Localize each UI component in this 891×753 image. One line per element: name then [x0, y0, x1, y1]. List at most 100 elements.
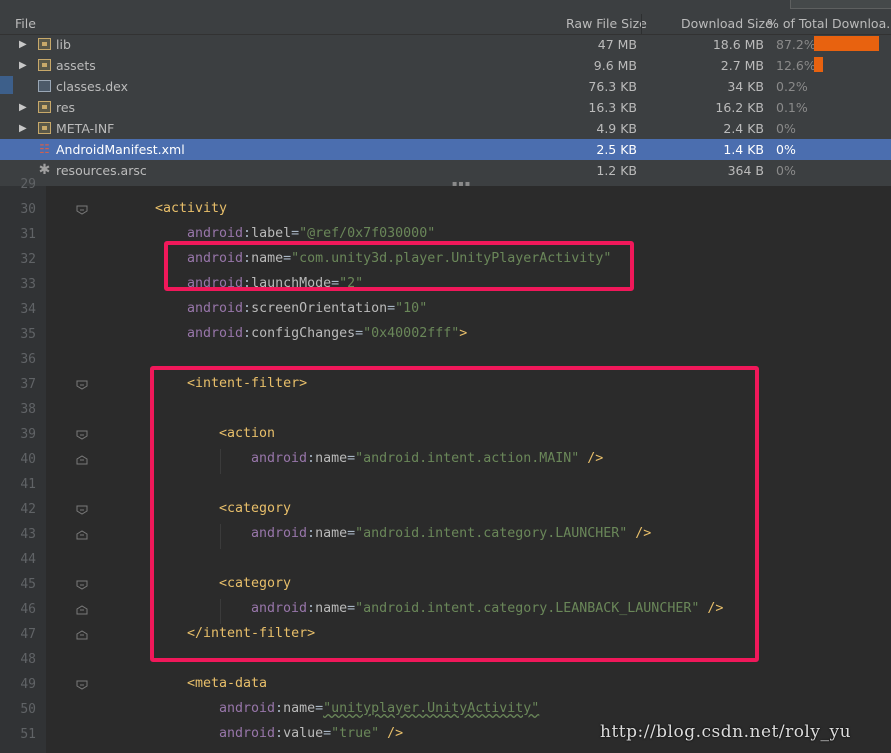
code-editor[interactable]: 29 30 31 32 33 34 35 36 37 38 39 40 41 42 43 44 45 46 47 48… — [0, 177, 891, 753]
code-token: label — [251, 226, 292, 241]
code-line[interactable]: <activity — [155, 201, 227, 216]
line-number: 40 — [20, 452, 36, 467]
table-row[interactable]: classes.dex 76.3 KB 34 KB 0.2% — [0, 76, 891, 97]
line-number: 42 — [20, 502, 36, 517]
code-token: configChanges — [251, 326, 356, 341]
file-name: META-INF — [56, 121, 115, 136]
code-token: = — [387, 301, 396, 316]
header-percent-total[interactable]: % of Total Downloa... — [767, 14, 891, 34]
table-row[interactable]: ▶ META-INF 4.9 KB 2.4 KB 0% — [0, 118, 891, 139]
highlight-box-intent-filter — [150, 366, 759, 662]
file-name: lib — [56, 37, 71, 52]
table-header: File Raw File Size Download Size % of To… — [0, 14, 891, 35]
line-number: 41 — [20, 477, 36, 492]
code-token: /> — [379, 726, 404, 741]
code-token: <meta-data — [187, 676, 268, 691]
percent-of-total: 0% — [776, 142, 796, 157]
header-file[interactable]: File — [15, 14, 36, 34]
fold-open-icon[interactable] — [76, 380, 88, 390]
code-token: "@ref/0x7f030000" — [299, 226, 436, 241]
panel-splitter[interactable]: ▪▪▪ — [0, 177, 891, 188]
fold-close-icon[interactable] — [76, 530, 88, 540]
code-line[interactable]: android:configChanges="0x40002fff"> — [187, 326, 467, 341]
code-token: screenOrientation — [251, 301, 388, 316]
expand-arrow-icon[interactable]: ▶ — [19, 97, 27, 118]
file-name: assets — [56, 58, 96, 73]
code-token: "0x40002fff" — [363, 326, 460, 341]
line-number: 44 — [20, 552, 36, 567]
percent-of-total: 87.2% — [776, 37, 816, 52]
line-number: 32 — [20, 252, 36, 267]
expand-arrow-icon[interactable]: ▶ — [19, 34, 27, 55]
code-token: = — [323, 726, 332, 741]
code-token: android — [219, 701, 276, 716]
size-share-bar — [814, 57, 823, 72]
code-token: = — [355, 326, 364, 341]
table-row[interactable]: ▶ res 16.3 KB 16.2 KB 0.1% — [0, 97, 891, 118]
raw-size: 2.5 KB — [596, 142, 637, 157]
code-line[interactable]: android:name="unityplayer.UnityActivity" — [219, 701, 539, 716]
code-token: : — [243, 226, 252, 241]
dex-file-icon — [38, 80, 51, 92]
fold-close-icon[interactable] — [76, 605, 88, 615]
table-row[interactable]: ☷ AndroidManifest.xml 2.5 KB 1.4 KB 0% — [0, 139, 891, 160]
line-number: 33 — [20, 277, 36, 292]
file-name: res — [56, 100, 76, 115]
size-share-bar — [814, 36, 879, 51]
line-number: 30 — [20, 202, 36, 217]
line-number: 29 — [20, 177, 36, 192]
expand-arrow-icon[interactable]: ▶ — [19, 118, 27, 139]
file-name: classes.dex — [56, 79, 129, 94]
column-divider[interactable] — [641, 14, 642, 34]
code-line[interactable]: android:value="true" /> — [219, 726, 403, 741]
folder-icon — [38, 38, 51, 50]
line-number: 37 — [20, 377, 36, 392]
line-number: 45 — [20, 577, 36, 592]
line-number: 34 — [20, 302, 36, 317]
apk-analyzer-panel: File Raw File Size Download Size % of To… — [0, 0, 891, 188]
toolbar-dropdown[interactable] — [790, 0, 891, 9]
code-token: <activity — [155, 201, 228, 216]
raw-size: 76.3 KB — [588, 79, 637, 94]
header-download-size[interactable]: Download Size — [681, 14, 773, 34]
percent-of-total: 0.2% — [776, 79, 808, 94]
folder-icon — [38, 122, 51, 134]
expand-arrow-icon[interactable]: ▶ — [19, 55, 27, 76]
header-raw-file-size[interactable]: Raw File Size — [566, 14, 647, 34]
code-line[interactable]: <meta-data — [187, 676, 267, 691]
fold-close-icon[interactable] — [76, 630, 88, 640]
code-token: "unityplayer.UnityActivity" — [323, 701, 540, 716]
fold-open-icon[interactable] — [76, 205, 88, 215]
raw-size: 47 MB — [597, 37, 637, 52]
table-row[interactable]: ▶ assets 9.6 MB 2.7 MB 12.6% — [0, 55, 891, 76]
table-row[interactable]: ▶ lib 47 MB 18.6 MB 87.2% — [0, 34, 891, 55]
code-token: = — [315, 701, 324, 716]
code-token: name — [283, 701, 316, 716]
fold-open-icon[interactable] — [76, 505, 88, 515]
line-number: 39 — [20, 427, 36, 442]
line-number: 48 — [20, 652, 36, 667]
line-number: 50 — [20, 702, 36, 717]
code-token: = — [291, 226, 300, 241]
fold-close-icon[interactable] — [76, 455, 88, 465]
code-token: : — [243, 326, 252, 341]
code-token: android — [219, 726, 276, 741]
fold-open-icon[interactable] — [76, 580, 88, 590]
download-size: 1.4 KB — [723, 142, 764, 157]
xml-file-icon: ☷ — [39, 142, 50, 156]
fold-open-icon[interactable] — [76, 430, 88, 440]
folder-icon — [38, 101, 51, 113]
code-token: "10" — [395, 301, 428, 316]
code-token: "true" — [331, 726, 380, 741]
raw-size: 9.6 MB — [593, 58, 637, 73]
code-line[interactable]: android:label="@ref/0x7f030000" — [187, 226, 435, 241]
line-number: 36 — [20, 352, 36, 367]
fold-gutter — [46, 186, 125, 753]
code-token: : — [243, 301, 252, 316]
code-token: android — [187, 301, 244, 316]
code-token: android — [187, 226, 244, 241]
download-size: 16.2 KB — [715, 100, 764, 115]
code-line[interactable]: android:screenOrientation="10" — [187, 301, 427, 316]
fold-open-icon[interactable] — [76, 680, 88, 690]
highlight-box-activity-name — [164, 241, 634, 291]
